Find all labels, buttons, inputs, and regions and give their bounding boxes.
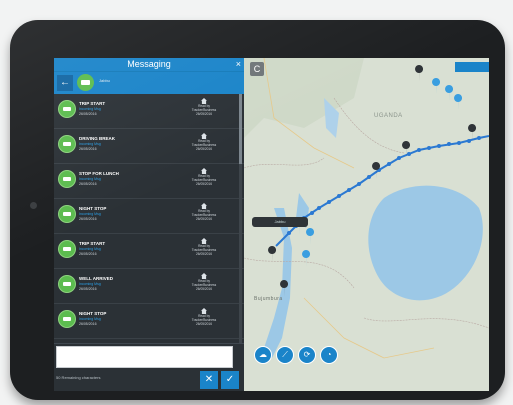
message-subtitle: Incoming Msg <box>79 282 101 286</box>
vehicle-label: Jabbu <box>99 78 110 83</box>
message-title: WELL ARRIVED <box>79 276 114 281</box>
message-title: STOP FOR LUNCH <box>79 171 119 176</box>
gauge-tool-button[interactable]: ◔ <box>320 346 338 364</box>
map-label-uganda: UGANDA <box>374 113 403 119</box>
read-status: Read by Tracker/Business 26/05/2016 <box>184 203 224 221</box>
cancel-button[interactable]: ✕ <box>200 371 218 389</box>
message-title: DRIVING BREAK <box>79 136 116 141</box>
refresh-circle-icon: ⟳ <box>303 350 311 359</box>
truck-icon <box>58 170 76 188</box>
refresh-button[interactable]: C <box>250 62 264 76</box>
route-icon: ⟋ <box>282 350 288 359</box>
message-subtitle: Incoming Msg <box>79 247 101 251</box>
truck-icon <box>58 275 76 293</box>
list-item[interactable]: STOP FOR LUNCH Incoming Msg 26/05/2016 R… <box>54 164 244 199</box>
status-line: 26/05/2016 <box>196 182 212 186</box>
truck-icon <box>58 240 76 258</box>
message-date: 26/05/2016 <box>79 112 97 116</box>
message-title: NIGHT STOP <box>79 311 107 316</box>
map-view[interactable]: C UGANDA Bujumbura Jabbu ☁ ⟋ ⟳ ◔ <box>244 58 489 391</box>
message-subtitle: Incoming Msg <box>79 212 101 216</box>
status-line: 26/05/2016 <box>196 147 212 151</box>
truck-icon <box>77 74 94 91</box>
compose-area: 50 Remaining characters ✕ ✓ <box>54 343 244 391</box>
messaging-panel: Messaging × ← Jabbu TRIP START Incoming … <box>54 58 244 391</box>
list-item[interactable]: NIGHT STOP Incoming Msg 26/05/2016 Read … <box>54 199 244 234</box>
list-item[interactable]: TRIP START Incoming Msg 26/05/2016 Read … <box>54 94 244 129</box>
read-status: Read by Tracker/Business 26/05/2016 <box>184 98 224 116</box>
message-date: 26/05/2016 <box>79 147 97 151</box>
read-status: Read by Tracker/Business 26/05/2016 <box>184 168 224 186</box>
truck-icon <box>58 205 76 223</box>
message-title: NIGHT STOP <box>79 206 107 211</box>
back-button[interactable]: ← <box>57 75 73 91</box>
read-status: Read by Tracker/Business 26/05/2016 <box>184 273 224 291</box>
message-date: 26/05/2016 <box>79 287 97 291</box>
read-status: Read by Tracker/Business 26/05/2016 <box>184 133 224 151</box>
map-label-bujumbura: Bujumbura <box>254 296 283 302</box>
message-subtitle: Incoming Msg <box>79 142 101 146</box>
status-line: 26/05/2016 <box>196 252 212 256</box>
truck-icon <box>58 310 76 328</box>
close-icon[interactable]: × <box>236 58 241 71</box>
message-date: 26/05/2016 <box>79 182 97 186</box>
message-input[interactable] <box>56 346 233 368</box>
camera-dot <box>30 202 37 209</box>
truck-icon <box>58 135 76 153</box>
status-line: 26/05/2016 <box>196 112 212 116</box>
read-status: Read by Tracker/Business 26/05/2016 <box>184 308 224 326</box>
status-line: 26/05/2016 <box>196 217 212 221</box>
map-top-toolbar[interactable] <box>455 62 489 72</box>
read-status: Read by Tracker/Business 26/05/2016 <box>184 238 224 256</box>
tablet-frame: Messaging × ← Jabbu TRIP START Incoming … <box>10 20 505 400</box>
list-item[interactable]: NIGHT STOP Incoming Msg 26/05/2016 Read … <box>54 304 244 339</box>
panel-subheader: ← Jabbu <box>54 71 244 94</box>
panel-header: Messaging × <box>54 58 244 71</box>
status-line: 26/05/2016 <box>196 287 212 291</box>
message-date: 26/05/2016 <box>79 322 97 326</box>
message-title: TRIP START <box>79 241 106 246</box>
cloud-icon: ☁ <box>259 350 267 359</box>
message-date: 26/05/2016 <box>79 217 97 221</box>
list-item[interactable]: WELL ARRIVED Incoming Msg 26/05/2016 Rea… <box>54 269 244 304</box>
route-tool-button[interactable]: ⟋ <box>276 346 294 364</box>
panel-title: Messaging <box>127 59 171 69</box>
message-subtitle: Incoming Msg <box>79 317 101 321</box>
send-button[interactable]: ✓ <box>221 371 239 389</box>
refresh-tool-button[interactable]: ⟳ <box>298 346 316 364</box>
message-list: TRIP START Incoming Msg 26/05/2016 Read … <box>54 94 244 366</box>
message-date: 26/05/2016 <box>79 252 97 256</box>
list-item[interactable]: TRIP START Incoming Msg 26/05/2016 Read … <box>54 234 244 269</box>
remaining-characters: 50 Remaining characters <box>56 375 101 380</box>
list-item[interactable]: DRIVING BREAK Incoming Msg 26/05/2016 Re… <box>54 129 244 164</box>
scrollbar-thumb[interactable] <box>239 94 242 164</box>
gauge-icon: ◔ <box>326 350 332 359</box>
message-title: TRIP START <box>79 101 106 106</box>
vehicle-tooltip: Jabbu <box>252 217 308 227</box>
message-subtitle: Incoming Msg <box>79 107 101 111</box>
truck-icon <box>58 100 76 118</box>
app-screen: Messaging × ← Jabbu TRIP START Incoming … <box>54 58 489 391</box>
message-subtitle: Incoming Msg <box>79 177 101 181</box>
status-line: 26/05/2016 <box>196 322 212 326</box>
cloud-tool-button[interactable]: ☁ <box>254 346 272 364</box>
